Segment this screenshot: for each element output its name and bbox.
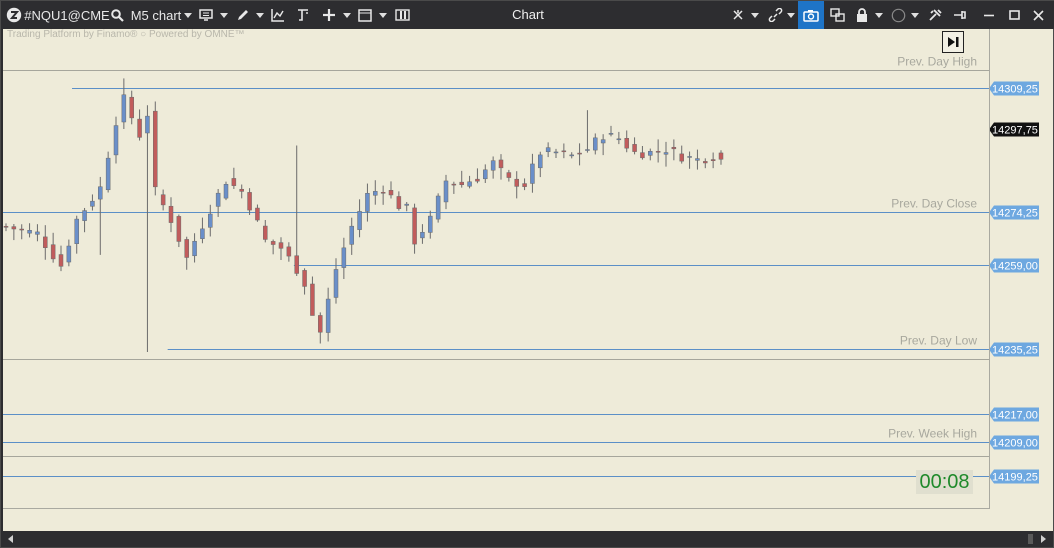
link-caret-icon[interactable]: [786, 1, 796, 29]
minimize-icon[interactable]: [979, 1, 999, 29]
close-icon[interactable]: [1028, 1, 1048, 29]
scroll-right-icon[interactable]: [1041, 535, 1046, 543]
multi-window-icon[interactable]: [828, 1, 846, 29]
lock-icon[interactable]: [854, 1, 870, 29]
svg-text:14274,25: 14274,25: [992, 208, 1038, 220]
crosshair-caret-icon[interactable]: [342, 1, 352, 29]
pin-icon[interactable]: [951, 1, 969, 29]
maximize-icon[interactable]: [1004, 1, 1024, 29]
indicator-icon[interactable]: [198, 1, 214, 29]
svg-text:14235,25: 14235,25: [992, 345, 1038, 357]
draw-pencil-icon[interactable]: [235, 1, 251, 29]
scroll-left-icon[interactable]: [8, 535, 13, 543]
horizontal-scrollbar[interactable]: [1, 531, 1053, 547]
price-tag: 14217,00: [989, 407, 1039, 422]
trend-line-icon[interactable]: [270, 1, 286, 29]
goto-end-button[interactable]: [942, 31, 964, 53]
timeframe-caret-icon[interactable]: [183, 1, 193, 29]
screenshot-icon[interactable]: [798, 1, 824, 29]
circle-caret-icon[interactable]: [910, 1, 920, 29]
draw-caret-icon[interactable]: [255, 1, 265, 29]
price-tag: 14274,25: [989, 205, 1039, 220]
watermark-text: Trading Platform by Finamo® ○ Powered by…: [7, 29, 245, 40]
chart-window: Chart #NQU1@CME M5 chart Prev. Day High …: [0, 0, 1054, 548]
fibonacci-icon[interactable]: [295, 1, 311, 29]
svg-text:14217,00: 14217,00: [992, 410, 1038, 422]
cursor-star-icon[interactable]: [730, 1, 746, 29]
scroll-thumb[interactable]: [1028, 534, 1033, 544]
svg-text:14297,75: 14297,75: [992, 125, 1038, 137]
title-bar: Chart #NQU1@CME M5 chart: [1, 1, 1054, 29]
goto-end-icon: [948, 37, 959, 47]
plot-border: [3, 29, 990, 509]
svg-text:14259,00: 14259,00: [992, 261, 1038, 273]
cursor-caret-icon[interactable]: [750, 1, 760, 29]
timeframe-selector[interactable]: M5 chart: [130, 1, 182, 29]
svg-text:14309,25: 14309,25: [992, 84, 1038, 96]
price-tag: 14199,25: [989, 469, 1039, 484]
svg-text:14199,25: 14199,25: [992, 472, 1038, 484]
price-tag: 14259,00: [989, 258, 1039, 273]
price-tag: 14235,25: [989, 342, 1039, 357]
search-icon[interactable]: [109, 1, 125, 29]
candle-timer: 00:08: [916, 470, 973, 494]
layout-icon[interactable]: [393, 1, 411, 29]
chart-area[interactable]: Prev. Day High 14309,25 Prev. Day Close 142…: [3, 29, 1053, 531]
price-tag: 14309,25: [989, 81, 1039, 96]
tools-icon[interactable]: [926, 1, 944, 29]
link-icon[interactable]: [766, 1, 784, 29]
circle-icon[interactable]: [889, 1, 907, 29]
window-icon[interactable]: [357, 1, 373, 29]
indicator-caret-icon[interactable]: [219, 1, 229, 29]
symbol-selector[interactable]: #NQU1@CME: [24, 1, 109, 29]
crosshair-add-icon[interactable]: [321, 1, 337, 29]
price-tag: 14209,00: [989, 435, 1039, 450]
lock-caret-icon[interactable]: [874, 1, 884, 29]
svg-text:14209,00: 14209,00: [992, 438, 1038, 450]
last-price-tag: 14297,75: [989, 122, 1039, 137]
window-caret-icon[interactable]: [378, 1, 388, 29]
app-logo-icon[interactable]: [5, 1, 23, 29]
